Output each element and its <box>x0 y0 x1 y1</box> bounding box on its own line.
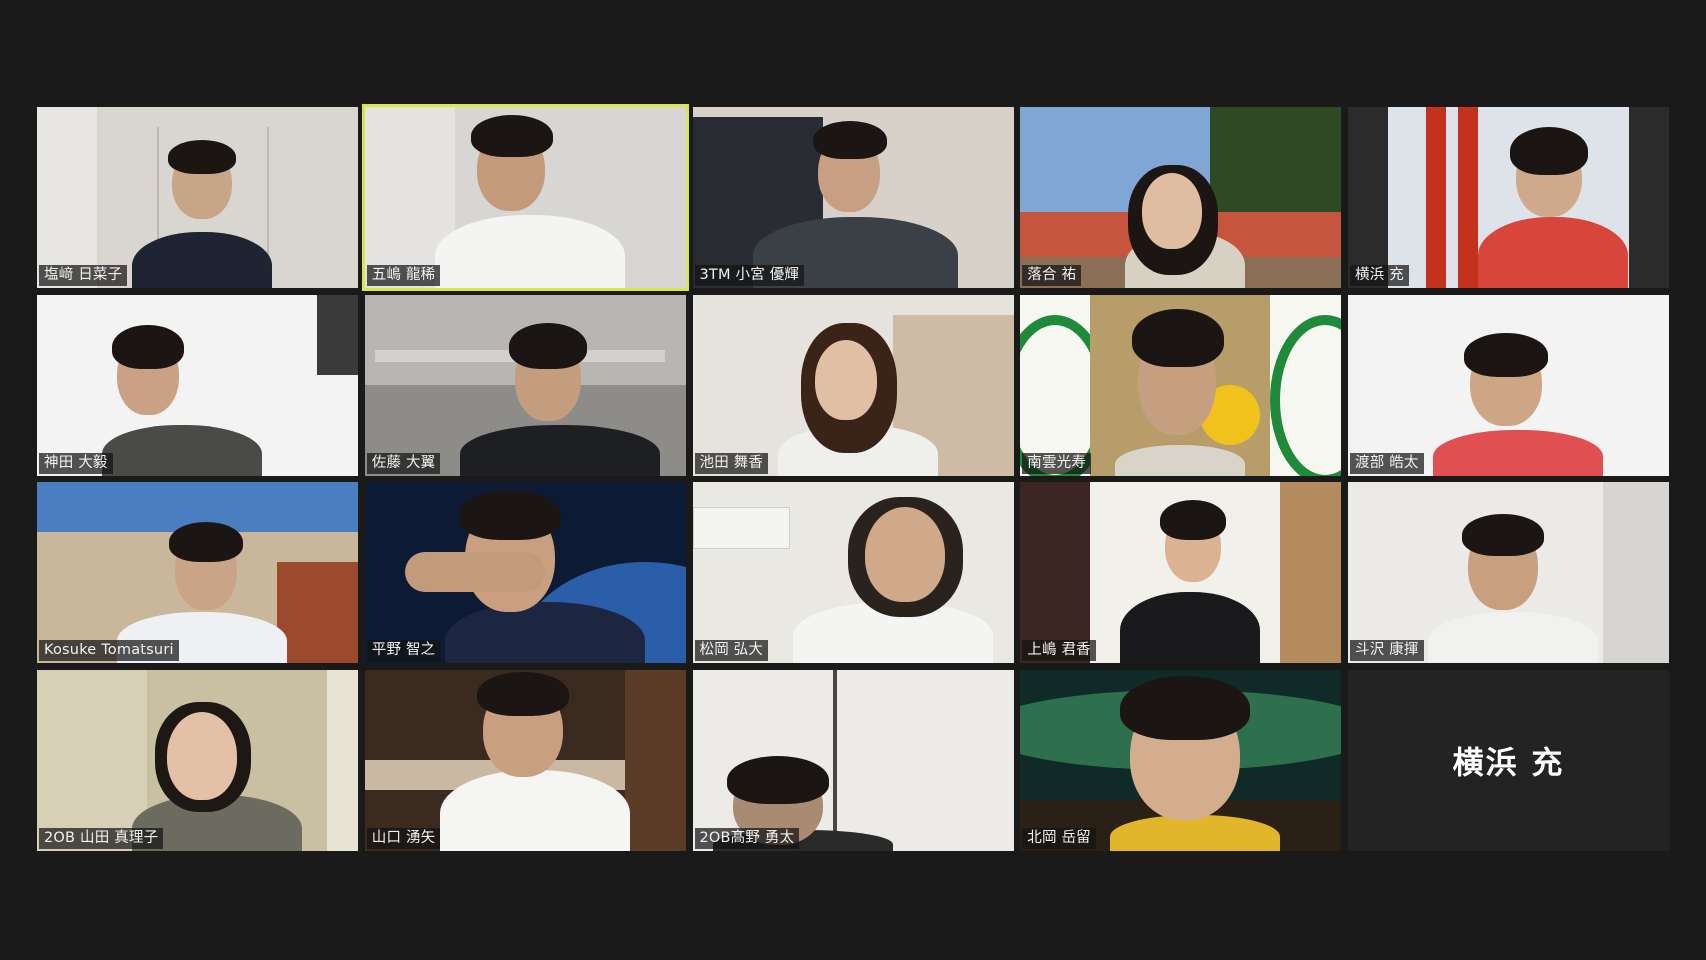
participant-name-label: 池田 舞香 <box>694 452 769 474</box>
participant-tile-active-speaker[interactable]: 五嶋 龍稀 <box>361 104 689 291</box>
participant-name-label: 南雲光寿 <box>1022 452 1092 474</box>
participant-tile[interactable]: 横浜 充 <box>1348 107 1669 288</box>
participant-video <box>1348 294 1669 476</box>
participant-tile[interactable]: 南雲光寿 <box>1020 294 1342 476</box>
participant-video <box>37 482 358 663</box>
participant-tile[interactable]: Kosuke Tomatsuri <box>37 482 358 663</box>
participant-video <box>364 482 686 663</box>
participant-tile[interactable]: 山口 湧矢 <box>364 669 686 851</box>
participant-tile-video-off[interactable]: 横浜 充 <box>1348 669 1669 851</box>
participant-name-label: 山口 湧矢 <box>366 827 441 849</box>
participant-tile[interactable]: 3TM 小宮 優輝 <box>692 107 1014 288</box>
participant-name-label: 2OB髙野 勇太 <box>694 827 800 849</box>
participant-video <box>1020 107 1342 288</box>
participant-video <box>692 482 1014 663</box>
participant-name-label: 落合 祐 <box>1022 265 1082 286</box>
participant-video <box>37 107 358 288</box>
participant-video <box>37 294 358 476</box>
participant-video <box>692 669 1014 851</box>
participant-tile[interactable]: 北岡 岳留 <box>1020 669 1342 851</box>
participant-tile[interactable]: 斗沢 康揮 <box>1348 482 1669 663</box>
participant-tile[interactable]: 上嶋 君香 <box>1020 482 1342 663</box>
participant-tile[interactable]: 落合 祐 <box>1020 107 1342 288</box>
participant-name-label: 渡部 皓太 <box>1350 452 1424 474</box>
participant-tile[interactable]: 神田 大毅 <box>37 294 358 476</box>
participant-video <box>1348 107 1669 288</box>
participant-video <box>364 669 686 851</box>
participant-name-label: 塩﨑 日菜子 <box>39 265 128 286</box>
gallery-view-grid: 塩﨑 日菜子 五嶋 龍稀 3TM 小宮 優輝 落合 祐 横浜 充 神田 大毅 佐… <box>37 104 1669 853</box>
participant-tile[interactable]: 2OB 山田 真理子 <box>37 669 358 851</box>
participant-name-label: 平野 智之 <box>366 640 441 661</box>
participant-name-label: 神田 大毅 <box>39 452 113 474</box>
participant-video <box>692 294 1014 476</box>
participant-video <box>692 107 1014 288</box>
participant-video <box>37 669 358 851</box>
participant-name-label: 2OB 山田 真理子 <box>39 827 164 849</box>
participant-name-label: Kosuke Tomatsuri <box>39 640 179 661</box>
participant-tile[interactable]: 池田 舞香 <box>692 294 1014 476</box>
participant-name-label: 佐藤 大翼 <box>366 452 441 474</box>
participant-tile[interactable]: 松岡 弘大 <box>692 482 1014 663</box>
zoom-gallery-window: 塩﨑 日菜子 五嶋 龍稀 3TM 小宮 優輝 落合 祐 横浜 充 神田 大毅 佐… <box>0 0 1706 960</box>
participant-display-name: 横浜 充 <box>1452 745 1565 782</box>
participant-video <box>1020 482 1342 663</box>
participant-name-label: 五嶋 龍稀 <box>366 265 441 286</box>
participant-video <box>1348 482 1669 663</box>
participant-tile[interactable]: 佐藤 大翼 <box>364 294 686 476</box>
participant-video <box>1020 294 1342 476</box>
participant-video <box>364 107 686 288</box>
participant-tile[interactable]: 2OB髙野 勇太 <box>692 669 1014 851</box>
participant-tile[interactable]: 渡部 皓太 <box>1348 294 1669 476</box>
participant-name-label: 3TM 小宮 優輝 <box>694 265 805 286</box>
participant-name-label: 松岡 弘大 <box>694 640 769 661</box>
participant-name-label: 斗沢 康揮 <box>1350 640 1424 661</box>
participant-name-label: 北岡 岳留 <box>1022 827 1096 849</box>
participant-video <box>364 294 686 476</box>
participant-tile[interactable]: 塩﨑 日菜子 <box>37 107 358 288</box>
participant-video <box>1020 669 1342 851</box>
participant-tile[interactable]: 平野 智之 <box>364 482 686 663</box>
participant-name-label: 上嶋 君香 <box>1022 640 1096 661</box>
participant-name-label: 横浜 充 <box>1350 265 1409 286</box>
